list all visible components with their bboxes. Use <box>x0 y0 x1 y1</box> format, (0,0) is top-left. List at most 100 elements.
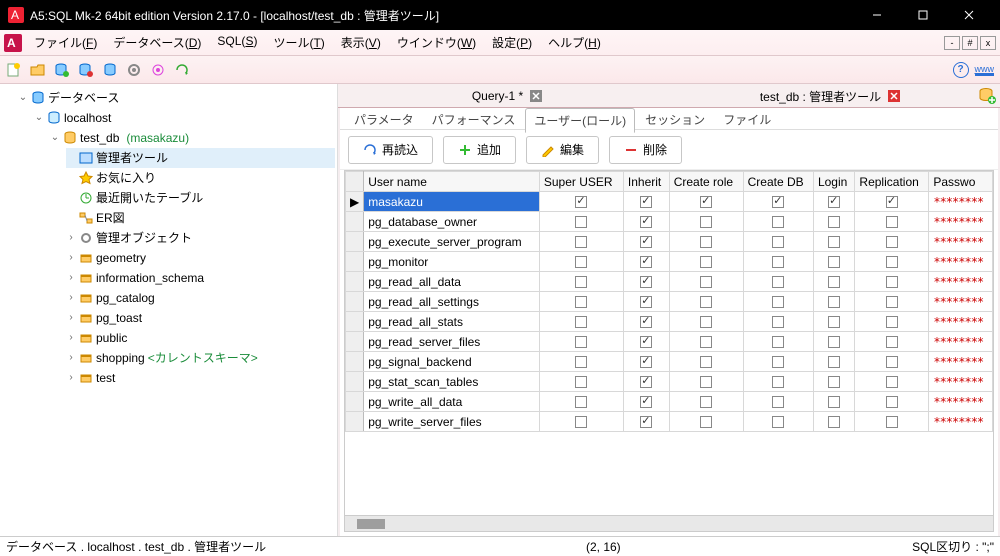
cell-password[interactable]: ******** <box>929 212 993 232</box>
cell-checkbox[interactable] <box>669 392 743 412</box>
cell-checkbox[interactable] <box>539 272 623 292</box>
cell-username[interactable]: pg_read_all_settings <box>364 292 540 312</box>
new-tab-icon[interactable] <box>978 86 996 104</box>
chevron-down-icon[interactable]: ⌄ <box>50 129 60 147</box>
cell-checkbox[interactable] <box>743 252 813 272</box>
cell-password[interactable]: ******** <box>929 232 993 252</box>
cell-username[interactable]: pg_read_all_stats <box>364 312 540 332</box>
col-header[interactable]: Passwo <box>929 172 993 192</box>
cell-checkbox[interactable] <box>539 292 623 312</box>
add-button[interactable]: 追加 <box>443 136 516 164</box>
cell-checkbox[interactable] <box>813 312 854 332</box>
cell-checkbox[interactable] <box>623 312 669 332</box>
cell-checkbox[interactable] <box>743 312 813 332</box>
chevron-right-icon[interactable]: › <box>66 269 76 287</box>
chevron-down-icon[interactable]: ⌄ <box>34 109 44 127</box>
cell-checkbox[interactable] <box>813 232 854 252</box>
menu-6[interactable]: 設定(P) <box>484 31 540 54</box>
table-row[interactable]: pg_write_all_data******** <box>346 392 993 412</box>
cell-password[interactable]: ******** <box>929 272 993 292</box>
table-row[interactable]: pg_write_server_files******** <box>346 412 993 432</box>
cell-password[interactable]: ******** <box>929 192 993 212</box>
cell-checkbox[interactable] <box>539 252 623 272</box>
table-row[interactable]: pg_monitor******** <box>346 252 993 272</box>
cell-checkbox[interactable] <box>623 192 669 212</box>
cell-username[interactable]: masakazu <box>364 192 540 212</box>
cell-checkbox[interactable] <box>855 272 929 292</box>
cell-checkbox[interactable] <box>743 412 813 432</box>
table-row[interactable]: pg_read_all_stats ******** <box>346 312 993 332</box>
tree-schema[interactable]: ›geometry <box>66 248 335 268</box>
cell-username[interactable]: pg_monitor <box>364 252 540 272</box>
cell-checkbox[interactable] <box>539 392 623 412</box>
cell-checkbox[interactable] <box>855 312 929 332</box>
tree-schema[interactable]: ›shopping <カレントスキーマ> <box>66 348 335 368</box>
inner-tab[interactable]: ファイル <box>715 108 779 131</box>
chevron-down-icon[interactable]: ⌄ <box>18 89 28 107</box>
cell-checkbox[interactable] <box>743 372 813 392</box>
tree-schema[interactable]: ›pg_catalog <box>66 288 335 308</box>
cell-username[interactable]: pg_stat_scan_tables <box>364 372 540 392</box>
cell-checkbox[interactable] <box>743 292 813 312</box>
cell-checkbox[interactable] <box>669 212 743 232</box>
cell-password[interactable]: ******** <box>929 372 993 392</box>
tree-item-star[interactable]: お気に入り <box>66 168 335 188</box>
cell-checkbox[interactable] <box>669 412 743 432</box>
cell-checkbox[interactable] <box>669 332 743 352</box>
cell-username[interactable]: pg_read_server_files <box>364 332 540 352</box>
cell-password[interactable]: ******** <box>929 292 993 312</box>
record-icon[interactable] <box>150 62 166 78</box>
cell-checkbox[interactable] <box>669 272 743 292</box>
cell-username[interactable]: pg_write_all_data <box>364 392 540 412</box>
chevron-right-icon[interactable]: › <box>66 229 76 247</box>
tree-schema[interactable]: ›pg_toast <box>66 308 335 328</box>
db-icon[interactable] <box>102 62 118 78</box>
file-tab[interactable]: Query-1 * <box>346 85 669 107</box>
mdi-restore-button[interactable]: # <box>962 36 978 50</box>
cell-password[interactable]: ******** <box>929 352 993 372</box>
grid-hscroll[interactable] <box>345 515 993 531</box>
cell-checkbox[interactable] <box>743 192 813 212</box>
col-header[interactable]: User name <box>364 172 540 192</box>
cell-checkbox[interactable] <box>813 352 854 372</box>
col-header[interactable]: Login <box>813 172 854 192</box>
cell-checkbox[interactable] <box>623 292 669 312</box>
reload-button[interactable]: 再読込 <box>348 136 433 164</box>
cell-checkbox[interactable] <box>743 272 813 292</box>
cell-checkbox[interactable] <box>623 232 669 252</box>
cell-checkbox[interactable] <box>855 212 929 232</box>
chevron-right-icon[interactable]: › <box>66 369 76 387</box>
col-header[interactable]: Super USER <box>539 172 623 192</box>
tree-item-admin[interactable]: 管理者ツール <box>66 148 335 168</box>
help-icon[interactable]: ? <box>953 62 969 78</box>
tree-schema[interactable]: ›public <box>66 328 335 348</box>
cell-checkbox[interactable] <box>539 212 623 232</box>
open-icon[interactable] <box>30 62 46 78</box>
menu-4[interactable]: 表示(V) <box>333 31 389 54</box>
cell-checkbox[interactable] <box>539 352 623 372</box>
cell-checkbox[interactable] <box>813 212 854 232</box>
col-header[interactable]: Create DB <box>743 172 813 192</box>
cell-username[interactable]: pg_database_owner <box>364 212 540 232</box>
cell-checkbox[interactable] <box>539 312 623 332</box>
cell-checkbox[interactable] <box>813 272 854 292</box>
chevron-right-icon[interactable]: › <box>66 309 76 327</box>
table-row[interactable]: pg_read_all_data******** <box>346 272 993 292</box>
cell-checkbox[interactable] <box>855 412 929 432</box>
cell-checkbox[interactable] <box>623 372 669 392</box>
table-row[interactable]: ▶masakazu******** <box>346 192 993 212</box>
minimize-button[interactable] <box>854 0 900 30</box>
menu-3[interactable]: ツール(T) <box>265 31 332 54</box>
table-row[interactable]: pg_read_all_settings ******** <box>346 292 993 312</box>
inner-tab[interactable]: パラメータ <box>346 108 422 131</box>
cell-checkbox[interactable] <box>855 352 929 372</box>
cell-checkbox[interactable] <box>623 392 669 412</box>
cell-username[interactable]: pg_signal_backend <box>364 352 540 372</box>
cell-password[interactable]: ******** <box>929 312 993 332</box>
cell-checkbox[interactable] <box>743 332 813 352</box>
inner-tab[interactable]: ユーザー(ロール) <box>525 108 635 133</box>
settings-icon[interactable] <box>126 62 142 78</box>
table-row[interactable]: pg_signal_backend ******** <box>346 352 993 372</box>
cell-checkbox[interactable] <box>743 212 813 232</box>
table-row[interactable]: pg_stat_scan_tables ******** <box>346 372 993 392</box>
